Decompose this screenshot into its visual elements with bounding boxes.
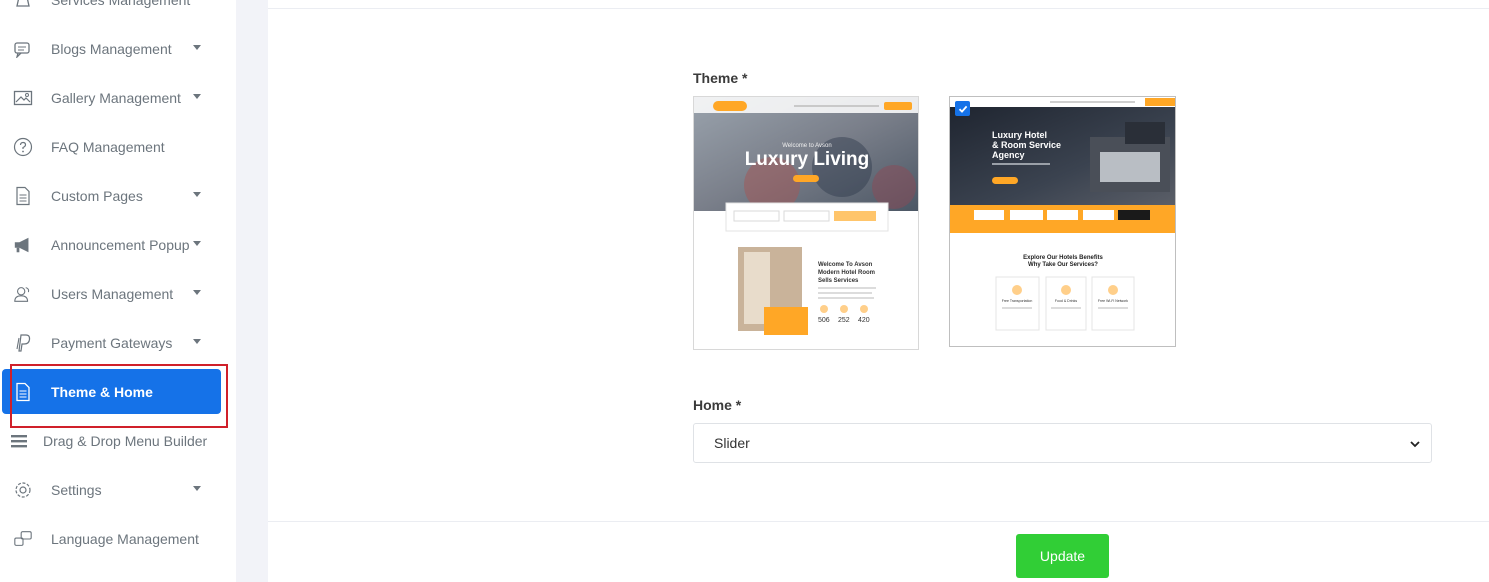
menu-icon bbox=[9, 431, 29, 451]
sidebar-item-custom-pages[interactable]: Custom Pages bbox=[0, 174, 236, 218]
theme2-card-2: Food & Drinks bbox=[1055, 299, 1077, 303]
divider bbox=[268, 8, 1489, 9]
chevron-down-icon bbox=[193, 339, 201, 344]
update-button[interactable]: Update bbox=[1016, 534, 1109, 578]
theme1-stat-1: 506 bbox=[818, 317, 830, 324]
home-select-value: Slider bbox=[714, 435, 750, 451]
theme2-card-3: Free Wi-Fi Network bbox=[1098, 299, 1128, 303]
theme1-about-line1: Welcome To Avson bbox=[818, 262, 873, 268]
sidebar-item-blogs[interactable]: Blogs Management bbox=[0, 27, 236, 71]
sidebar-item-settings[interactable]: Settings bbox=[0, 468, 236, 512]
home-label: Home * bbox=[693, 397, 742, 413]
theme2-section-line2: Why Take Our Services? bbox=[1028, 262, 1098, 268]
sidebar-item-label: Blogs Management bbox=[51, 41, 172, 57]
theme2-card-1: Free Transportation bbox=[1002, 299, 1033, 303]
sidebar-item-label: Gallery Management bbox=[51, 90, 181, 106]
sidebar-item-services[interactable]: Services Management bbox=[0, 0, 236, 22]
paypal-icon bbox=[13, 333, 33, 353]
theme1-stat-3: 420 bbox=[858, 317, 870, 324]
theme1-about-line2: Modern Hotel Room bbox=[818, 270, 875, 276]
sidebar-item-label: Theme & Home bbox=[51, 383, 153, 400]
chevron-down-icon bbox=[193, 94, 201, 99]
chevron-down-icon bbox=[193, 192, 201, 197]
theme-preview-1: Welcome to Avson Luxury Living Welcome T… bbox=[694, 97, 918, 335]
sidebar-item-partial[interactable] bbox=[0, 566, 236, 582]
chat-icon bbox=[13, 39, 33, 59]
sidebar-item-label: Users Management bbox=[51, 286, 174, 302]
document-icon bbox=[13, 186, 33, 206]
chevron-down-icon bbox=[193, 290, 201, 295]
home-select[interactable]: Slider bbox=[693, 423, 1432, 463]
theme-option-2[interactable]: Luxury Hotel & Room Service Agency Explo… bbox=[949, 96, 1176, 347]
theme1-about-line3: Sells Services bbox=[818, 278, 859, 284]
sidebar-item-label: Settings bbox=[51, 482, 102, 498]
sidebar-item-gallery[interactable]: Gallery Management bbox=[0, 76, 236, 120]
document-icon bbox=[13, 382, 33, 402]
divider bbox=[268, 521, 1489, 522]
gear-icon bbox=[13, 480, 33, 500]
sidebar: Services Management Blogs Management Gal… bbox=[0, 0, 236, 582]
sidebar-item-label: Language Management bbox=[51, 531, 199, 547]
image-icon bbox=[13, 88, 33, 108]
sidebar-item-label: Payment Gateways bbox=[51, 335, 173, 351]
sidebar-item-menu-builder[interactable]: Drag & Drop Menu Builder bbox=[0, 419, 236, 463]
theme2-hero-line2: & Room Service bbox=[992, 140, 1061, 150]
theme-option-1[interactable]: Welcome to Avson Luxury Living Welcome T… bbox=[693, 96, 919, 350]
chevron-down-icon bbox=[193, 241, 201, 246]
chevron-down-icon bbox=[193, 45, 201, 50]
theme-label: Theme * bbox=[693, 70, 748, 86]
checkmark-icon bbox=[955, 101, 970, 116]
theme-settings-card: Theme * Welcome to Avson Luxury Living W… bbox=[268, 0, 1489, 582]
sidebar-item-faq[interactable]: FAQ Management bbox=[0, 125, 236, 169]
theme2-section-line1: Explore Our Hotels Benefits bbox=[1023, 255, 1103, 261]
sidebar-item-users[interactable]: Users Management bbox=[0, 272, 236, 316]
chevron-down-icon bbox=[1409, 437, 1421, 453]
megaphone-icon bbox=[13, 235, 33, 255]
sidebar-item-label: Custom Pages bbox=[51, 188, 143, 204]
theme2-hero-line1: Luxury Hotel bbox=[992, 130, 1047, 140]
users-icon bbox=[13, 284, 33, 304]
bell-icon bbox=[13, 0, 33, 10]
sidebar-item-announcement-popup[interactable]: Announcement Popup bbox=[0, 223, 236, 267]
sidebar-item-label: Drag & Drop Menu Builder bbox=[43, 433, 208, 449]
sidebar-item-label: FAQ Management bbox=[51, 139, 165, 155]
sidebar-item-theme-home[interactable]: Theme & Home bbox=[2, 369, 221, 414]
sidebar-item-payment-gateways[interactable]: Payment Gateways bbox=[0, 321, 236, 365]
sidebar-item-label: Services Management bbox=[51, 0, 191, 8]
sidebar-item-label: Announcement Popup bbox=[51, 237, 190, 253]
language-icon bbox=[13, 529, 33, 549]
theme1-stat-2: 252 bbox=[838, 317, 850, 324]
sidebar-item-language[interactable]: Language Management bbox=[0, 517, 236, 561]
theme-preview-2: Luxury Hotel & Room Service Agency Explo… bbox=[950, 97, 1175, 331]
circle-icon bbox=[13, 578, 33, 582]
theme1-hero-title: Luxury Living bbox=[745, 149, 870, 170]
question-icon bbox=[13, 137, 33, 157]
chevron-down-icon bbox=[193, 486, 201, 491]
theme2-hero-line3: Agency bbox=[992, 150, 1025, 160]
